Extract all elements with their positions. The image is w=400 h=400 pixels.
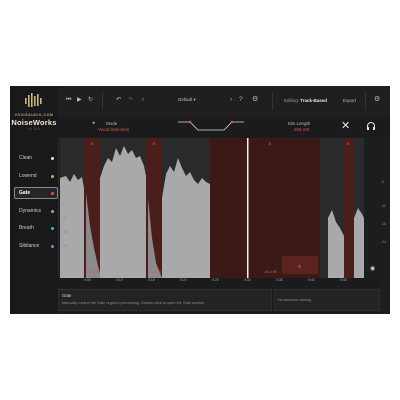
add-region-icon[interactable]: + [297,262,302,271]
time-tick: 0:30 [244,278,251,282]
preset-dropdown[interactable]: Default ▾ [178,97,196,103]
gate-curve-icon[interactable] [176,118,246,134]
brand-version: v1.0.0 [28,127,40,131]
toolbar-divider [272,92,273,110]
remove-region-icon[interactable]: × [268,142,272,148]
time-tick: 0:45 [340,278,347,282]
sidebar-item-label: Clean [19,155,33,161]
remove-region-icon[interactable]: × [152,142,156,148]
status-dot [51,227,54,230]
editing-value: Track-Based [300,98,328,103]
settings-gear-icon[interactable]: ⚙ [374,96,380,104]
time-tick: 0:10 [116,278,123,282]
gate-region[interactable] [344,138,354,278]
zoom-icon[interactable]: ◉ [370,265,375,272]
db-label: -24 [62,244,67,248]
waveform-display[interactable]: × × × × + -6 -12 -18 -24 -60.0 dB -60.0 … [60,138,364,278]
db-scale-label: -24 [381,240,386,244]
editing-mode[interactable]: Editing: Track-Based [284,98,327,103]
logo: VOICEAUDIO.COM NoiseWorks v1.0.0 [10,90,58,131]
db-scale-label: -18 [381,222,386,226]
module-list: Clean Lowend Gate Dynamics Breath Sibila… [14,152,58,257]
region-level-label: -60.0 dB [86,270,99,274]
sidebar-item-dynamics[interactable]: Dynamics [14,205,58,217]
time-tick: 0:15 [148,278,155,282]
mode-label: Mode [106,121,118,126]
region-level-label: -60.0 dB [264,270,277,274]
sidebar-item-label: Gate [19,190,31,196]
waveform-logo-icon [25,93,42,107]
sidebar-item-lowend[interactable]: Lowend [14,170,58,182]
brand-name: NoiseWorks [11,118,57,127]
status-dot [51,244,54,248]
sidebar-item-label: Dynamics [19,207,41,214]
sidebar-item-label: Breath [19,225,34,231]
sidebar: VOICEAUDIO.COM NoiseWorks v1.0.0 Clean L… [10,86,59,314]
skip-back-icon[interactable]: ⏮ [66,96,71,104]
db-scale-label: -6 [381,180,385,184]
headphones-icon[interactable] [366,121,376,131]
editing-label: Editing: [284,98,300,103]
gear-icon[interactable]: ⚙ [252,96,258,104]
time-tick: 0:05 [84,278,91,282]
waveform-svg[interactable]: × × × × + [60,138,364,278]
remove-region-icon[interactable]: × [90,142,94,148]
preset-prev-icon[interactable]: ‹ [142,96,144,104]
help-icon[interactable]: ? [239,96,243,104]
sidebar-item-sibilance[interactable]: Sibilance [14,240,58,252]
mode-selector[interactable]: Vocal Detection [98,127,129,132]
time-tick: 0:40 [308,278,315,282]
min-length-label: Min Length [288,121,311,126]
sidebar-item-breath[interactable]: Breath [14,222,58,234]
brand-tagline: VOICEAUDIO.COM [14,113,54,117]
remove-region-icon[interactable]: × [346,142,350,148]
loop-icon[interactable]: ↻ [88,96,93,104]
redo-icon[interactable]: ↷ [128,96,133,104]
db-scale-label: -12 [381,204,386,208]
region-level-label: -60.0 dB [148,270,161,274]
time-tick: 0:35 [276,278,283,282]
close-icon[interactable]: ✕ [341,121,350,132]
sidebar-item-label: Lowend [19,172,37,179]
time-ruler[interactable]: 0:05 0:10 0:15 0:20 0:25 0:30 0:35 0:40 … [58,278,380,288]
toolbar-divider [102,92,103,110]
sidebar-item-label: Sibilance [19,242,40,249]
info-panel-analysis: No analysis running [274,289,380,311]
status-dot [51,209,54,213]
chevron-left-icon[interactable]: ◂ [92,120,95,126]
min-length-value[interactable]: 250 mS [294,127,310,132]
sidebar-item-gate[interactable]: Gate [14,187,58,199]
undo-icon[interactable]: ↶ [116,96,121,104]
toolbar-divider [365,92,366,110]
preset-next-icon[interactable]: › [230,96,232,104]
analysis-status: No analysis running [278,298,312,302]
db-label: -12 [62,216,67,220]
playhead[interactable] [247,138,249,278]
db-label: -6 [62,202,66,206]
play-icon[interactable]: ▶ [77,96,82,104]
status-dot [51,157,54,160]
info-title: Gate [62,293,72,298]
info-panel-gate: Gate Manually control the Gate region's … [58,289,272,311]
db-label: -18 [62,230,67,234]
info-description: Manually control the Gate region's proce… [62,301,206,305]
status-dot [51,192,54,195]
time-tick: 0:20 [180,278,187,282]
export-button[interactable]: Export [343,98,356,103]
toolbar: ⏮ ▶ ↻ ↶ ↷ ‹ Default ▾ › ? ⚙ Editing: Tra… [58,86,390,117]
time-tick: 0:25 [212,278,219,282]
status-dot [51,174,54,178]
sidebar-item-clean[interactable]: Clean [14,152,58,164]
